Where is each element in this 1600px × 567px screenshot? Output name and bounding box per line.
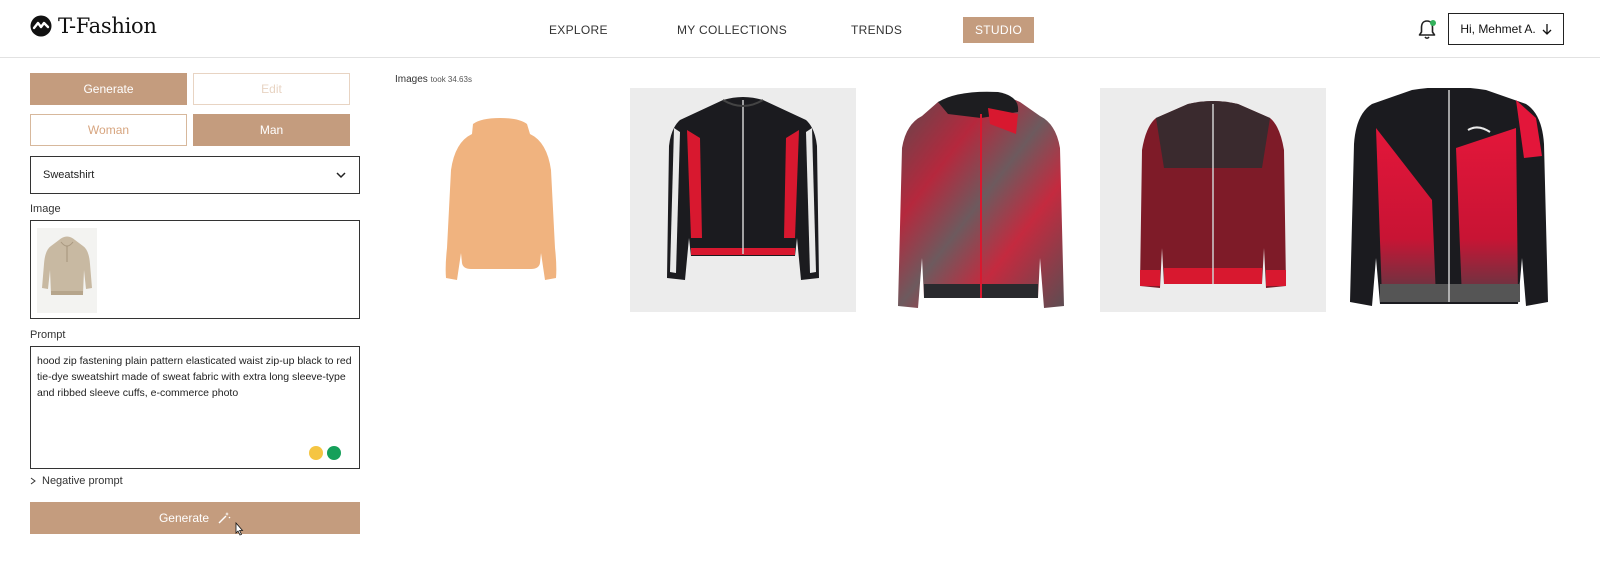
track-jacket-image — [667, 97, 819, 280]
image-label: Image — [30, 203, 61, 215]
prompt-textarea[interactable]: hood zip fastening plain pattern elastic… — [30, 346, 360, 469]
prompt-label: Prompt — [30, 329, 66, 341]
tiedye-hoodie-image — [898, 91, 1064, 308]
textured-jacket-image — [1140, 101, 1286, 288]
user-greeting: Hi, Mehmet A. — [1460, 22, 1536, 36]
image-upload-area[interactable] — [30, 220, 360, 319]
main-nav: EXPLORE MY COLLECTIONS TRENDS STUDIO — [0, 17, 1600, 43]
prompt-text: hood zip fastening plain pattern elastic… — [37, 355, 352, 399]
nav-explore[interactable]: EXPLORE — [549, 17, 608, 43]
top-header: T-Fashion EXPLORE MY COLLECTIONS TRENDS … — [0, 0, 1600, 58]
reference-image-thumbnail[interactable] — [37, 228, 97, 313]
generate-button-label: Generate — [158, 511, 210, 525]
arrow-down-icon — [1542, 24, 1552, 35]
category-select[interactable]: Sweatshirt — [30, 156, 360, 194]
notification-dot — [1430, 20, 1436, 26]
man-tab[interactable]: Man — [193, 114, 350, 146]
results-title: Images — [395, 74, 428, 85]
sketch-silhouette-image — [445, 118, 557, 280]
result-card-textured-jacket[interactable] — [1100, 88, 1326, 312]
geometric-jacket-image — [1350, 87, 1548, 306]
chevron-right-icon — [30, 477, 36, 485]
user-menu-button[interactable]: Hi, Mehmet A. — [1448, 13, 1564, 45]
nav-studio[interactable]: STUDIO — [963, 17, 1035, 43]
category-select-value: Sweatshirt — [43, 169, 95, 181]
generate-button[interactable]: Generate — [30, 502, 360, 534]
results-header: Images took 34.63s — [395, 74, 472, 85]
results-timing: took 34.63s — [430, 75, 472, 84]
chevron-down-icon — [336, 172, 346, 179]
nav-trends[interactable]: TRENDS — [851, 17, 902, 43]
nav-my-collections[interactable]: MY COLLECTIONS — [677, 17, 787, 43]
negative-prompt-toggle[interactable]: Negative prompt — [30, 475, 123, 487]
woman-tab[interactable]: Woman — [30, 114, 187, 146]
generate-mode-tab[interactable]: Generate — [30, 73, 187, 105]
magic-wand-icon — [218, 512, 231, 524]
grammarly-icon[interactable] — [327, 446, 341, 460]
result-card-tiedye-hoodie[interactable] — [868, 88, 1094, 312]
emoji-icon[interactable] — [309, 446, 323, 460]
mouse-cursor-icon — [235, 522, 244, 536]
negative-prompt-label: Negative prompt — [42, 475, 123, 487]
result-card-silhouette[interactable] — [391, 88, 617, 312]
edit-mode-tab[interactable]: Edit — [193, 73, 350, 105]
result-card-geometric-jacket[interactable] — [1336, 87, 1562, 312]
reference-hoodie-image — [42, 236, 92, 295]
result-card-track-jacket[interactable] — [630, 88, 856, 312]
